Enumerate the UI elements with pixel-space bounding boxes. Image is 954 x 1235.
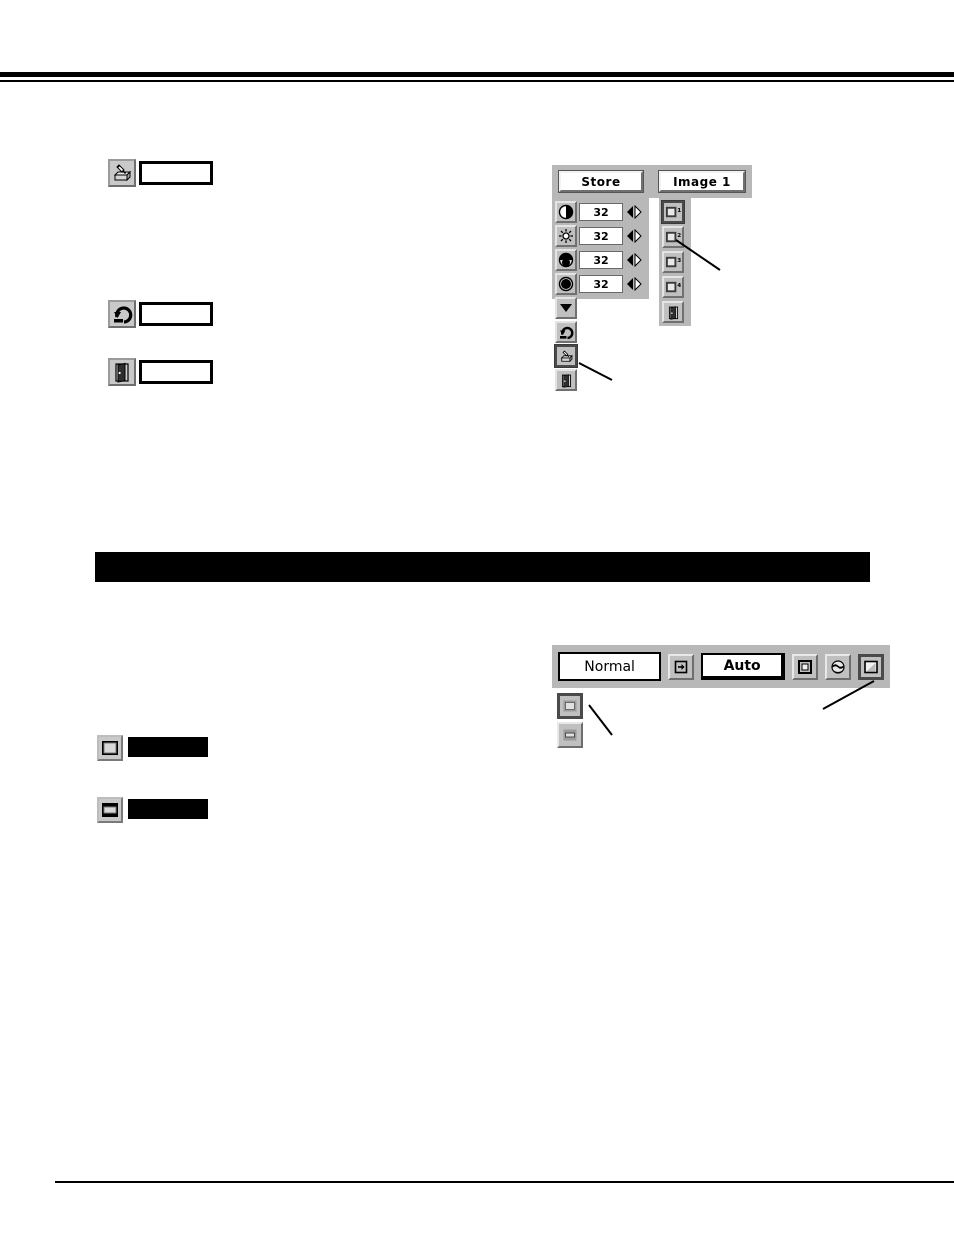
contrast-icon[interactable] (555, 201, 577, 223)
screen-custom-icon[interactable] (858, 653, 884, 680)
screen-wide-icon (97, 797, 123, 823)
expand-arrow-icon[interactable] (668, 653, 695, 680)
image-adjust-dialog: Store Image 1 32 32 32 32 1 2 3 4 (552, 165, 752, 391)
quit-door-icon[interactable] (555, 369, 577, 391)
adjustment-panel: 32 32 32 32 (552, 198, 649, 299)
header-rule-thin (0, 80, 954, 82)
store-button[interactable]: Store (558, 170, 644, 193)
legend-label-quit (139, 360, 213, 384)
adjustment-row-color: 32 (555, 249, 647, 271)
tint-icon[interactable] (555, 273, 577, 295)
legend-label-store (139, 161, 213, 185)
reset-arrow-icon[interactable] (555, 321, 577, 343)
image-adjust-tool-column (554, 297, 578, 393)
left-right-arrows[interactable] (625, 202, 643, 222)
screen-toolbar: Normal Auto (552, 645, 890, 688)
header-rule-thick (0, 72, 954, 77)
image-slot-3-button[interactable]: 3 (662, 251, 684, 273)
adjustment-row-brightness: 32 (555, 225, 647, 247)
brightness-value[interactable]: 32 (579, 227, 623, 245)
image-slot-1-button[interactable]: 1 (661, 200, 685, 224)
left-right-arrows[interactable] (625, 250, 643, 270)
adjustment-row-tint: 32 (555, 273, 647, 295)
store-hand-icon[interactable] (554, 344, 578, 368)
legend-row-screen-wide (97, 797, 123, 823)
footer-rule (55, 1181, 954, 1183)
legend-row-screen-normal (97, 735, 123, 761)
image-slot-column: 1 2 3 4 (659, 198, 691, 326)
screen-mode-display[interactable]: Normal (558, 652, 662, 681)
quit-door-icon (108, 358, 136, 386)
redacted-label-screen-normal (128, 737, 208, 757)
screen-sub-icon-column (557, 693, 583, 751)
brightness-icon[interactable] (555, 225, 577, 247)
auto-button[interactable]: Auto (701, 653, 785, 680)
quit-door-icon[interactable] (662, 301, 684, 323)
legend-row-store (108, 159, 213, 187)
svg-text:2: 2 (677, 233, 681, 239)
redacted-section-header (95, 552, 870, 582)
left-right-arrows[interactable] (625, 226, 643, 246)
image-selector-button[interactable]: Image 1 (658, 170, 746, 193)
image-adjust-header: Store Image 1 (552, 165, 752, 198)
scroll-down-icon[interactable] (555, 297, 577, 319)
leader-line-screen-sub (588, 704, 613, 736)
svg-text:3: 3 (677, 258, 681, 264)
screen-true-icon[interactable] (792, 653, 818, 680)
adjustment-row-contrast: 32 (555, 201, 647, 223)
tint-value[interactable]: 32 (579, 275, 623, 293)
reset-arrow-icon (108, 300, 136, 328)
svg-text:1: 1 (677, 208, 681, 214)
screen-digital-icon[interactable] (825, 653, 851, 680)
image-slot-2-button[interactable]: 2 (662, 226, 684, 248)
redacted-label-screen-wide (128, 799, 208, 819)
svg-text:4: 4 (677, 283, 681, 289)
color-value[interactable]: 32 (579, 251, 623, 269)
screen-size-dialog: Normal Auto (552, 645, 890, 748)
store-hand-icon (108, 159, 136, 187)
screen-normal-icon[interactable] (557, 693, 583, 719)
contrast-value[interactable]: 32 (579, 203, 623, 221)
screen-wide-icon[interactable] (557, 722, 583, 748)
image-adjust-body: 32 32 32 32 1 2 3 4 (552, 198, 752, 391)
legend-row-reset (108, 300, 213, 328)
left-right-arrows[interactable] (625, 274, 643, 294)
legend-row-quit (108, 358, 213, 386)
image-slot-4-button[interactable]: 4 (662, 276, 684, 298)
screen-normal-icon (97, 735, 123, 761)
leader-line-store-tool (578, 362, 613, 381)
color-icon[interactable] (555, 249, 577, 271)
legend-label-reset (139, 302, 213, 326)
